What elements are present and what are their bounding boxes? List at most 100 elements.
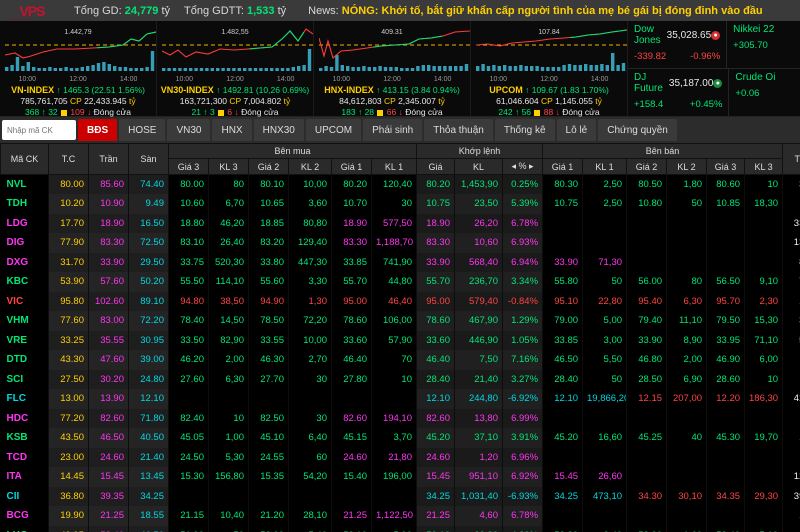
chevron-right-icon[interactable]: ▸ bbox=[529, 161, 534, 171]
th-sell-price-1[interactable]: Giá 1 bbox=[543, 159, 583, 175]
tab-chứng-quyền[interactable]: Chứng quyền bbox=[598, 119, 677, 141]
th-ceiling[interactable]: Trần bbox=[89, 144, 129, 175]
th-tc[interactable]: T.C bbox=[49, 144, 89, 175]
world-card-1[interactable]: Nikkei 22 +305.70 bbox=[727, 21, 800, 68]
table-row[interactable]: TDH10.2010.909.4910.606,7010.653,6010.70… bbox=[1, 194, 800, 214]
th-match-vol[interactable]: KL bbox=[455, 159, 503, 175]
th-floor[interactable]: Sàn bbox=[129, 144, 169, 175]
cell-symbol[interactable]: DIG bbox=[1, 233, 49, 253]
th-sell-price-3[interactable]: Giá 3 bbox=[707, 159, 745, 175]
index-card-vn30-index[interactable]: 1.482,55 10:00 12:00 14:00 VN30-INDEX ↑ … bbox=[157, 21, 314, 116]
cell-symbol[interactable]: ITA bbox=[1, 467, 49, 487]
world-card-0[interactable]: Dow Jones 35,028.65 ● -339.82 -0.96% bbox=[628, 21, 727, 68]
news-label: News: bbox=[308, 5, 339, 17]
cell-sell-vol-2 bbox=[667, 253, 707, 273]
table-row[interactable]: DIG77.9083.3072.5083.1026,4083.20129,408… bbox=[1, 233, 800, 253]
table-row[interactable]: DTD43.3047.6039.0046.202,0046.302,7046.4… bbox=[1, 350, 800, 370]
index-card-hnx-index[interactable]: 409.31 10:00 12:00 14:00 HNX-INDEX ↑ 413… bbox=[314, 21, 471, 116]
cell-symbol[interactable]: DXG bbox=[1, 253, 49, 273]
cell-sell-vol-2 bbox=[667, 448, 707, 468]
table-row[interactable]: DXG31.7033.9029.5033.75520,3033.80447,30… bbox=[1, 253, 800, 273]
th-sell-price-2[interactable]: Giá 2 bbox=[627, 159, 667, 175]
table-row[interactable]: SCI27.5030.2024.8027.606,3027.703027.801… bbox=[1, 370, 800, 390]
index-value-2: 413.15 bbox=[383, 85, 409, 95]
th-buy-price-3[interactable]: Giá 3 bbox=[169, 159, 209, 175]
th-sell-vol-3[interactable]: KL 3 bbox=[745, 159, 783, 175]
search-input[interactable] bbox=[2, 120, 76, 140]
tab-lô-lẻ[interactable]: Lô lẻ bbox=[557, 119, 597, 141]
tab-hnx[interactable]: HNX bbox=[212, 119, 251, 141]
cell-symbol[interactable]: FLC bbox=[1, 389, 49, 409]
news-ticker[interactable]: News: NÓNG: Khởi tố, bắt giữ khẩn cấp ng… bbox=[308, 5, 763, 17]
th-match-price[interactable]: Giá bbox=[417, 159, 455, 175]
table-row[interactable]: VHM77.6083.0072.2078.4014,5078.5072,2078… bbox=[1, 311, 800, 331]
cell-symbol[interactable]: SCI bbox=[1, 370, 49, 390]
cell-symbol[interactable]: VHM bbox=[1, 311, 49, 331]
th-sell-vol-1[interactable]: KL 1 bbox=[583, 159, 627, 175]
world-card-3[interactable]: Crude Oi +0.06 bbox=[729, 69, 800, 116]
tab-hose[interactable]: HOSE bbox=[119, 119, 165, 141]
table-row[interactable]: VRE33.2535.5530.9533.5082,9033.5510,0033… bbox=[1, 331, 800, 351]
cell-symbol[interactable]: CII bbox=[1, 487, 49, 507]
tab-bđs[interactable]: BĐS bbox=[78, 119, 117, 141]
th-buy-vol-1[interactable]: KL 1 bbox=[372, 159, 417, 175]
index-arrow-3: ↑ bbox=[525, 85, 529, 95]
chevron-left-icon[interactable]: ◂ bbox=[511, 161, 516, 171]
th-buy-vol-2[interactable]: KL 2 bbox=[289, 159, 332, 175]
tab-hnx30[interactable]: HNX30 bbox=[254, 119, 304, 141]
table-row[interactable]: HDC77.2082.6071.8082.401082.503082.60194… bbox=[1, 409, 800, 429]
th-match-pct[interactable]: ◂ % ▸ bbox=[503, 159, 543, 175]
cell-sell-vol-3 bbox=[745, 253, 783, 273]
tab-upcom[interactable]: UPCOM bbox=[306, 119, 361, 141]
cell-symbol[interactable]: KBC bbox=[1, 272, 49, 292]
table-row[interactable]: BCG19.9021.2518.5521.1510,4021.2028,1021… bbox=[1, 506, 800, 526]
cell-ceiling: 10.90 bbox=[89, 194, 129, 214]
th-buy-price-2[interactable]: Giá 2 bbox=[249, 159, 289, 175]
cell-total-volume: 328,50 bbox=[783, 370, 800, 390]
th-sell-vol-2[interactable]: KL 2 bbox=[667, 159, 707, 175]
news-headline[interactable]: NÓNG: Khởi tố, bắt giữ khẩn cấp người tì… bbox=[342, 5, 763, 17]
cell-symbol[interactable]: DTD bbox=[1, 350, 49, 370]
table-row[interactable]: TCD23.0024.6021.4024.505,3024.556024.602… bbox=[1, 448, 800, 468]
table-row[interactable]: NVL80.0085.6074.4080.008080.1010,0080.20… bbox=[1, 175, 800, 195]
vps-logo[interactable]: VPS securities bbox=[4, 1, 60, 20]
world-row-2: DJ Future 35,187.00 ● +158.4 +0.45% Crud… bbox=[628, 69, 800, 116]
cell-symbol[interactable]: KSB bbox=[1, 428, 49, 448]
index-card-upcom[interactable]: 107.84 10:00 12:00 14:00 UPCOM ↑ 109.67 … bbox=[471, 21, 628, 116]
table-row[interactable]: LHG49.9553.4046.5051.907052.005,4052.105… bbox=[1, 526, 800, 532]
world-change-1: +305.70 bbox=[733, 40, 768, 51]
cell-ceiling: 18.90 bbox=[89, 214, 129, 234]
th-symbol[interactable]: Mã CK bbox=[1, 144, 49, 175]
index-card-vn-index[interactable]: 1.442,79 10:00 12:00 14:00 VN-INDEX ↑ 14… bbox=[0, 21, 157, 116]
cell-symbol[interactable]: BCG bbox=[1, 506, 49, 526]
cell-symbol[interactable]: VRE bbox=[1, 331, 49, 351]
table-row[interactable]: ITA14.4515.4513.4515.30156,8015.3554,201… bbox=[1, 467, 800, 487]
table-row[interactable]: CII36.8039.3534.2534.251,031,40-6.93%34.… bbox=[1, 487, 800, 507]
table-row[interactable]: KSB43.5046.5040.5045.051,0045.106,4045.1… bbox=[1, 428, 800, 448]
table-row[interactable]: VIC95.80102.6089.1094.8038,5094.901,3095… bbox=[1, 292, 800, 312]
table-row[interactable]: LDG17.7018.9016.5018.8046,2018.8580,8018… bbox=[1, 214, 800, 234]
tab-thỏa-thuận[interactable]: Thỏa thuận bbox=[424, 119, 493, 141]
world-card-2[interactable]: DJ Future 35,187.00 ● +158.4 +0.45% bbox=[628, 69, 729, 116]
cell-symbol[interactable]: HDC bbox=[1, 409, 49, 429]
cell-symbol[interactable]: VIC bbox=[1, 292, 49, 312]
cell-buy-price-3: 83.10 bbox=[169, 233, 209, 253]
world-markets-panel: Dow Jones 35,028.65 ● -339.82 -0.96% Nik… bbox=[628, 21, 800, 116]
th-total-volume[interactable]: Tổng KL bbox=[783, 144, 800, 175]
tab-thống-kê[interactable]: Thống kê bbox=[495, 119, 555, 141]
th-buy-vol-3[interactable]: KL 3 bbox=[209, 159, 249, 175]
table-row[interactable]: KBC53.9057.6050.2055.50114,1055.603,3055… bbox=[1, 272, 800, 292]
cell-symbol[interactable]: TDH bbox=[1, 194, 49, 214]
up-arrow-icon: ↑ bbox=[515, 107, 519, 117]
table-row[interactable]: FLC13.0013.9012.1012.10244,80-6.92%12.10… bbox=[1, 389, 800, 409]
tab-vn30[interactable]: VN30 bbox=[167, 119, 210, 141]
cell-match-vol: 568,40 bbox=[455, 253, 503, 273]
cell-sell-price-3 bbox=[707, 409, 745, 429]
cell-symbol[interactable]: LDG bbox=[1, 214, 49, 234]
cell-buy-price-3: 33.50 bbox=[169, 331, 209, 351]
cell-symbol[interactable]: TCD bbox=[1, 448, 49, 468]
cell-symbol[interactable]: LHG bbox=[1, 526, 49, 532]
th-buy-price-1[interactable]: Giá 1 bbox=[332, 159, 372, 175]
cell-symbol[interactable]: NVL bbox=[1, 175, 49, 195]
tab-phái-sinh[interactable]: Phái sinh bbox=[363, 119, 422, 141]
